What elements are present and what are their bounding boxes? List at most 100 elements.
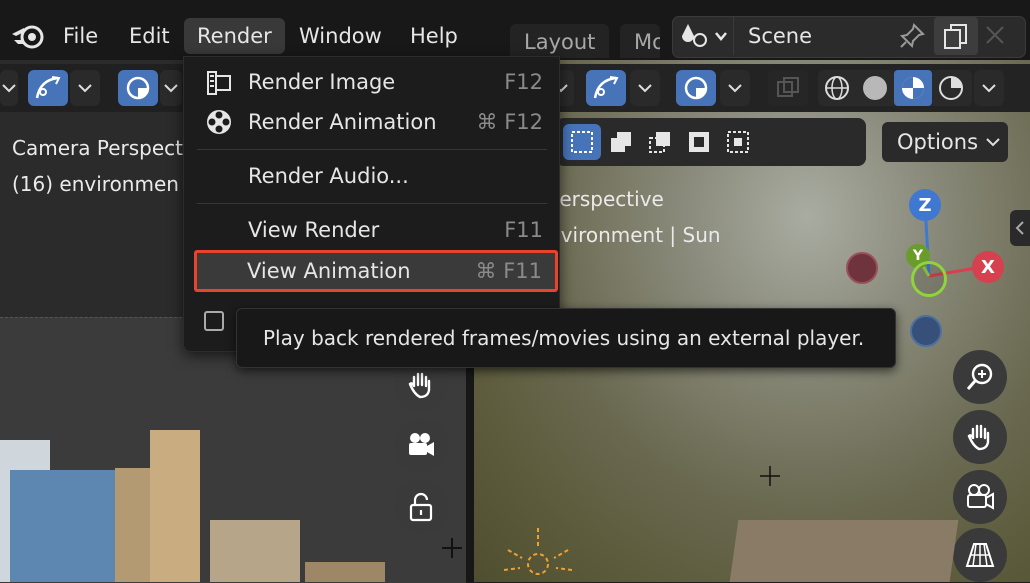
right-transform-dropdown[interactable] bbox=[630, 70, 660, 106]
chevron-down-icon bbox=[982, 84, 996, 93]
chevron-down-icon bbox=[728, 84, 742, 93]
menu-item-render-audio[interactable]: Render Audio... bbox=[184, 157, 559, 195]
menu-item-shortcut: ⌘ F11 bbox=[475, 259, 542, 283]
select-new-button[interactable] bbox=[563, 124, 601, 160]
menu-separator bbox=[197, 203, 547, 204]
zoom-button[interactable] bbox=[953, 350, 1007, 404]
building-image bbox=[210, 520, 300, 582]
right-transform-button[interactable] bbox=[586, 70, 626, 106]
camera-icon bbox=[967, 484, 994, 510]
zoom-icon bbox=[966, 363, 993, 390]
shading-dropdown[interactable] bbox=[974, 70, 1004, 106]
menu-item-label: View Animation bbox=[247, 259, 411, 283]
pin-icon[interactable] bbox=[898, 22, 926, 50]
hand-icon bbox=[408, 372, 431, 399]
options-label: Options bbox=[897, 130, 979, 154]
left-snap-button[interactable] bbox=[118, 70, 158, 106]
select-box-icon bbox=[571, 131, 593, 153]
gizmo-neg-x-axis[interactable] bbox=[846, 252, 878, 284]
blender-logo-icon[interactable] bbox=[10, 20, 48, 52]
right-pan-button[interactable] bbox=[953, 410, 1007, 464]
new-scene-button[interactable] bbox=[934, 17, 978, 55]
menu-item-render-image[interactable]: Render Image F12 bbox=[184, 63, 559, 101]
options-dropdown[interactable]: Options bbox=[882, 122, 1008, 162]
left-transform-dropdown[interactable] bbox=[70, 70, 100, 106]
menu-help[interactable]: Help bbox=[397, 18, 471, 54]
menu-item-render-animation[interactable]: Render Animation ⌘ F12 bbox=[184, 103, 559, 141]
select-extend-icon bbox=[611, 132, 631, 152]
render-animation-icon bbox=[207, 110, 231, 134]
lock-interface-checkbox[interactable] bbox=[204, 311, 224, 331]
tab-layout[interactable]: Layout bbox=[510, 24, 610, 58]
left-snap-dropdown[interactable] bbox=[160, 70, 182, 106]
city-model-image bbox=[729, 520, 959, 582]
select-subtract-icon bbox=[649, 132, 670, 153]
chevron-down-icon bbox=[2, 84, 16, 93]
menu-item-shortcut: ⌘ F12 bbox=[476, 110, 543, 134]
menu-render[interactable]: Render bbox=[184, 18, 285, 54]
perspective-grid-icon bbox=[965, 543, 995, 567]
right-view-label: Perspective bbox=[548, 187, 664, 211]
select-intersect-button[interactable] bbox=[719, 124, 757, 160]
menu-edit[interactable]: Edit bbox=[116, 18, 183, 54]
transform-curve-icon bbox=[593, 76, 619, 99]
camera-icon bbox=[409, 433, 434, 456]
sidebar-toggle[interactable] bbox=[1010, 210, 1030, 246]
menu-item-label: View Render bbox=[248, 218, 380, 242]
overlay-icon bbox=[684, 76, 708, 100]
chevron-down-icon bbox=[986, 138, 1000, 147]
lock-open-icon bbox=[409, 492, 433, 522]
menu-separator bbox=[197, 149, 547, 150]
scene-icon[interactable] bbox=[680, 22, 732, 50]
close-scene-icon[interactable] bbox=[984, 24, 1006, 46]
rendered-shading-icon[interactable] bbox=[936, 73, 966, 103]
building-image bbox=[10, 470, 120, 582]
right-overlay-dropdown[interactable] bbox=[720, 70, 750, 106]
gizmo-center[interactable] bbox=[911, 261, 947, 297]
scene-name-field[interactable]: Scene bbox=[748, 20, 812, 52]
solid-shading-icon[interactable] bbox=[860, 73, 890, 103]
scene-separator bbox=[733, 17, 734, 55]
menu-item-view-render[interactable]: View Render F11 bbox=[184, 211, 559, 249]
select-intersect-icon bbox=[727, 131, 749, 153]
duplicate-icon bbox=[944, 24, 967, 49]
right-camera-view-button[interactable] bbox=[953, 470, 1007, 524]
chevron-down-icon bbox=[638, 84, 652, 93]
wireframe-shading-icon[interactable] bbox=[822, 73, 852, 103]
cursor-crosshair-icon bbox=[442, 538, 462, 558]
menu-file[interactable]: File bbox=[50, 18, 111, 54]
material-shading-button[interactable] bbox=[894, 70, 932, 106]
left-object-label: (16) environmen bbox=[12, 172, 179, 196]
sun-lamp-icon bbox=[503, 528, 573, 575]
select-invert-button[interactable] bbox=[680, 124, 718, 160]
tooltip-text: Play back rendered frames/movies using a… bbox=[263, 326, 865, 350]
xray-icon bbox=[777, 77, 799, 97]
select-subtract-button[interactable] bbox=[641, 124, 679, 160]
left-lock-button[interactable] bbox=[394, 480, 448, 534]
building-image bbox=[150, 430, 200, 582]
left-camera-view-button[interactable] bbox=[394, 418, 448, 472]
select-invert-icon bbox=[689, 132, 709, 152]
chevron-left-icon bbox=[1015, 221, 1024, 235]
chevron-down-icon bbox=[164, 84, 178, 93]
hand-icon bbox=[967, 424, 990, 451]
left-mode-dropdown[interactable] bbox=[0, 70, 18, 106]
gizmo-z-axis[interactable]: Z bbox=[909, 189, 941, 221]
menu-item-label: Render Animation bbox=[248, 110, 437, 134]
building-image bbox=[115, 468, 155, 582]
building-image bbox=[305, 562, 385, 582]
gizmo-neg-z-axis[interactable] bbox=[910, 315, 942, 347]
menu-item-shortcut: F12 bbox=[504, 70, 543, 94]
right-overlay-button[interactable] bbox=[676, 70, 716, 106]
menu-window[interactable]: Window bbox=[286, 18, 395, 54]
menu-item-shortcut: F11 bbox=[504, 218, 543, 242]
menu-item-label: Render Image bbox=[248, 70, 396, 94]
menu-item-view-animation[interactable]: View Animation ⌘ F11 bbox=[183, 252, 558, 290]
gizmo-x-axis[interactable]: X bbox=[972, 251, 1004, 283]
xray-button[interactable] bbox=[768, 70, 808, 106]
left-transform-button[interactable] bbox=[28, 70, 68, 106]
grid-view-button[interactable] bbox=[953, 528, 1007, 582]
tab-modeling[interactable]: Mo bbox=[620, 24, 660, 58]
select-extend-button[interactable] bbox=[602, 124, 640, 160]
menu-item-label: Render Audio... bbox=[248, 164, 409, 188]
